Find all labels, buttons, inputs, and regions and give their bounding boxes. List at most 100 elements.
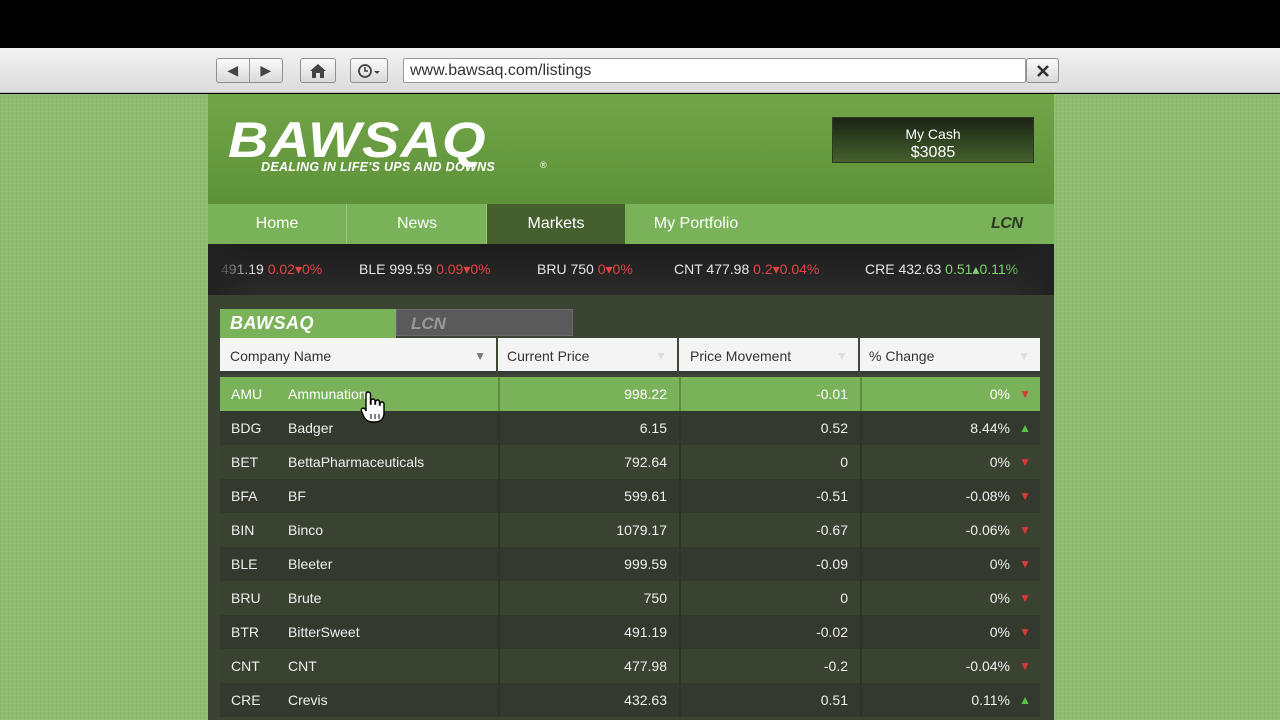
ticker-item[interactable]: 491.19 0.02▾0% — [221, 261, 322, 278]
table-row[interactable]: BET BettaPharmaceuticals 792.64 0 0% ▼ — [220, 445, 1040, 479]
column-header-company-name[interactable]: Company Name ▼ — [220, 338, 498, 374]
table-row[interactable]: CNT CNT 477.98 -0.2 -0.04% ▼ — [220, 649, 1040, 683]
row-price-movement: -0.51 — [679, 479, 860, 513]
row-symbol: BDG — [231, 420, 262, 436]
table-row[interactable]: BIN Binco 1079.17 -0.67 -0.06% ▼ — [220, 513, 1040, 547]
row-current-price: 599.61 — [498, 479, 679, 513]
listings-panel: BAWSAQ LCN Company Name ▼ Current Price … — [220, 307, 1040, 720]
row-price-movement: 0 — [679, 445, 860, 479]
url-input[interactable]: www.bawsaq.com/listings — [403, 58, 1026, 83]
tab-lcn[interactable]: LCN — [396, 309, 573, 336]
sort-icon: ▼ — [1018, 349, 1030, 363]
row-price-movement: -0.01 — [679, 377, 860, 411]
close-button[interactable] — [1026, 58, 1059, 83]
table-row[interactable]: BDG Badger 6.15 0.52 8.44% ▲ — [220, 411, 1040, 445]
row-price-movement: -0.2 — [679, 649, 860, 683]
listings-table-body: AMU Ammunation 998.22 -0.01 0% ▼ BDG Bad… — [220, 377, 1040, 717]
row-symbol: AMU — [231, 386, 263, 402]
table-row[interactable]: BTR BitterSweet 491.19 -0.02 0% ▼ — [220, 615, 1040, 649]
row-symbol: BLE — [231, 556, 258, 572]
down-arrow-icon: ▾ — [605, 261, 613, 277]
nav-markets[interactable]: Markets — [487, 204, 625, 244]
row-percent-change: 0% — [860, 547, 1040, 581]
ticker-item[interactable]: CNT 477.98 0.2▾0.04% — [674, 261, 819, 278]
row-company-name: Badger — [288, 420, 334, 436]
nav-my-portfolio[interactable]: My Portfolio — [626, 204, 766, 244]
row-price-movement: 0 — [679, 581, 860, 615]
column-header-current-price[interactable]: Current Price ▼ — [498, 338, 679, 374]
close-icon — [1036, 64, 1049, 77]
lcn-logo[interactable]: LCN — [991, 215, 1023, 233]
row-current-price: 6.15 — [498, 411, 679, 445]
up-arrow-icon: ▲ — [1019, 421, 1031, 435]
row-percent-change: 0% — [860, 377, 1040, 411]
row-current-price: 750 — [498, 581, 679, 615]
site-nav: Home News Markets My Portfolio LCN — [208, 204, 1054, 244]
row-percent-change: 0% — [860, 445, 1040, 479]
ticker-item[interactable]: BLE 999.59 0.09▾0% — [359, 261, 491, 278]
back-arrow-icon[interactable]: ◀ — [217, 59, 250, 82]
my-cash-box: My Cash $3085 — [832, 117, 1034, 163]
row-company-name: Crevis — [288, 692, 328, 708]
row-symbol: BIN — [231, 522, 255, 538]
down-arrow-icon: ▼ — [1019, 591, 1031, 605]
down-arrow-icon: ▼ — [1019, 387, 1031, 401]
history-button[interactable] — [350, 58, 388, 83]
row-company-name: Binco — [288, 522, 324, 538]
table-row[interactable]: BLE Bleeter 999.59 -0.09 0% ▼ — [220, 547, 1040, 581]
sort-descending-icon: ▼ — [474, 349, 486, 363]
site-header: BAWSAQ ® DEALING IN LIFE'S UPS AND DOWNS… — [208, 94, 1054, 204]
row-percent-change: 8.44% — [860, 411, 1040, 445]
row-percent-change: -0.06% — [860, 513, 1040, 547]
down-arrow-icon: ▾ — [294, 261, 302, 277]
nav-news[interactable]: News — [348, 204, 487, 244]
row-percent-change: -0.04% — [860, 649, 1040, 683]
row-price-movement: 0.51 — [679, 683, 860, 717]
row-percent-change: 0% — [860, 615, 1040, 649]
row-current-price: 477.98 — [498, 649, 679, 683]
cash-value: $3085 — [910, 144, 956, 161]
nav-home[interactable]: Home — [208, 204, 347, 244]
table-header: Company Name ▼ Current Price ▼ Price Mov… — [220, 338, 1040, 374]
row-company-name: Brute — [288, 590, 322, 606]
stock-ticker: 491.19 0.02▾0% BLE 999.59 0.09▾0% BRU 75… — [208, 244, 1054, 295]
down-arrow-icon: ▼ — [1019, 659, 1031, 673]
row-symbol: BET — [231, 454, 259, 470]
row-price-movement: -0.09 — [679, 547, 860, 581]
column-header-price-movement[interactable]: Price Movement ▼ — [679, 338, 860, 374]
table-row[interactable]: BFA BF 599.61 -0.51 -0.08% ▼ — [220, 479, 1040, 513]
sort-icon: ▼ — [655, 349, 667, 363]
registered-mark: ® — [540, 160, 547, 170]
back-forward-group: ◀ ▶ — [216, 58, 283, 83]
row-company-name: BF — [288, 488, 306, 504]
down-arrow-icon: ▼ — [1019, 625, 1031, 639]
home-button[interactable] — [300, 58, 336, 83]
tab-bawsaq[interactable]: BAWSAQ — [220, 309, 396, 338]
ticker-item[interactable]: CRE 432.63 0.51▴0.11% — [865, 261, 1018, 278]
row-current-price: 792.64 — [498, 445, 679, 479]
top-letterbox — [0, 0, 1280, 48]
forward-arrow-icon[interactable]: ▶ — [250, 59, 283, 82]
row-price-movement: -0.67 — [679, 513, 860, 547]
row-company-name: BettaPharmaceuticals — [288, 454, 425, 470]
table-row[interactable]: AMU Ammunation 998.22 -0.01 0% ▼ — [220, 377, 1040, 411]
row-percent-change: 0.11% — [860, 683, 1040, 717]
row-symbol: BRU — [231, 590, 261, 606]
row-current-price: 432.63 — [498, 683, 679, 717]
column-header-percent-change[interactable]: % Change ▼ — [860, 338, 1040, 374]
row-company-name: CNT — [288, 658, 317, 674]
ticker-item[interactable]: BRU 750 0▾0% — [537, 261, 633, 278]
row-current-price: 491.19 — [498, 615, 679, 649]
table-row[interactable]: BRU Brute 750 0 0% ▼ — [220, 581, 1040, 615]
hand-cursor-icon — [360, 391, 385, 423]
down-arrow-icon: ▼ — [1019, 557, 1031, 571]
bawsaq-site: BAWSAQ ® DEALING IN LIFE'S UPS AND DOWNS… — [208, 94, 1054, 720]
down-arrow-icon: ▼ — [1019, 489, 1031, 503]
site-tagline: DEALING IN LIFE'S UPS AND DOWNS — [261, 160, 496, 174]
row-percent-change: -0.08% — [860, 479, 1040, 513]
home-icon — [301, 59, 335, 82]
row-company-name: Ammunation — [288, 386, 367, 402]
table-row[interactable]: CRE Crevis 432.63 0.51 0.11% ▲ — [220, 683, 1040, 717]
row-percent-change: 0% — [860, 581, 1040, 615]
row-price-movement: -0.02 — [679, 615, 860, 649]
